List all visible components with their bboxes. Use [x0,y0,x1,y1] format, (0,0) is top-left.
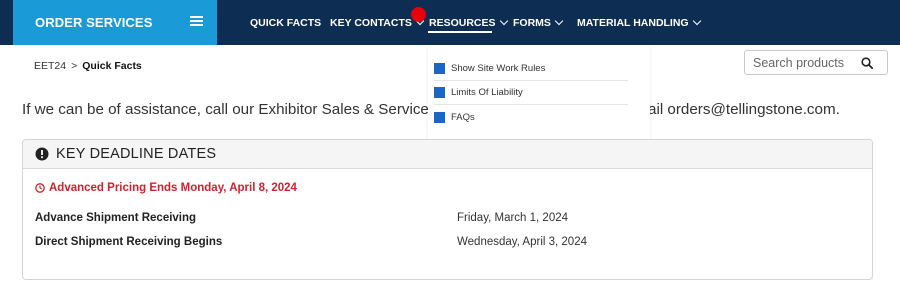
clock-icon [35,183,45,193]
panel-title: KEY DEADLINE DATES [56,146,217,162]
nav-item-label: KEY CONTACTS [330,16,412,29]
menu-item-show-site-work-rules[interactable]: Show Site Work Rules [434,57,628,81]
document-icon [434,63,445,74]
intro-text-right: ail orders@tellingstone.com. [648,101,840,118]
nav-item-label: QUICK FACTS [250,16,322,29]
menu-item-label: Limits Of Liability [451,87,523,98]
document-icon [434,87,445,98]
deadline-label: Advance Shipment Receiving [35,212,197,224]
panel-header: KEY DEADLINE DATES [23,140,872,169]
nav-item-key-contacts[interactable]: KEY CONTACTS [330,0,425,45]
breadcrumb: EET24 > Quick Facts [34,60,142,72]
active-nav-underline [428,31,492,33]
search-icon[interactable] [861,57,873,69]
menu-item-faqs[interactable]: FAQs [434,105,628,129]
breadcrumb-separator: > [71,60,78,72]
nav-item-quick-facts[interactable]: QUICK FACTS [250,0,321,45]
pricing-alert: Advanced Pricing Ends Monday, April 8, 2… [35,182,297,194]
breadcrumb-current: Quick Facts [82,60,142,72]
menu-item-limits-of-liability[interactable]: Limits Of Liability [434,81,628,105]
chevron-down-icon [692,16,701,25]
chevron-down-icon [554,16,564,25]
nav-item-label: RESOURCES [429,16,496,29]
exclamation-circle-icon [35,147,49,161]
assistance-intro-text: If we can be of assistance, call our Exh… [22,101,453,118]
menu-item-label: FAQs [451,111,475,123]
breadcrumb-parent[interactable]: EET24 [34,60,66,72]
nav-item-material-handling[interactable]: MATERIAL HANDLING [577,0,701,45]
key-deadline-panel: KEY DEADLINE DATES Advanced Pricing Ends… [22,139,873,280]
intro-text-left: If we can be of assistance, call our Exh… [22,101,453,118]
order-services-brand[interactable]: ORDER SERVICES [13,0,217,45]
deadline-date: Wednesday, April 3, 2024 [457,236,587,248]
pricing-alert-text: Advanced Pricing Ends Monday, April 8, 2… [49,182,297,194]
brand-label: ORDER SERVICES [35,15,153,30]
chevron-down-icon [499,16,508,25]
assistance-intro-text-right: ail orders@tellingstone.com. [648,101,840,118]
deadline-date: Friday, March 1, 2024 [457,212,569,224]
deadline-label: Direct Shipment Receiving Begins [35,236,223,248]
top-navigation-bar: ORDER SERVICES QUICK FACTS KEY CONTACTS … [0,0,900,45]
menu-item-label: Show Site Work Rules [451,63,546,74]
search-box [744,50,888,75]
nav-item-label: FORMS [513,16,551,29]
cursor-indicator [411,7,426,22]
nav-item-resources[interactable]: RESOURCES [429,0,508,45]
search-input[interactable] [745,51,855,74]
resources-dropdown-menu: Show Site Work Rules Limits Of Liability… [428,45,650,140]
document-icon [434,111,445,123]
nav-item-forms[interactable]: FORMS [513,0,564,45]
nav-item-label: MATERIAL HANDLING [577,16,689,29]
hamburger-menu-icon[interactable] [190,16,203,27]
